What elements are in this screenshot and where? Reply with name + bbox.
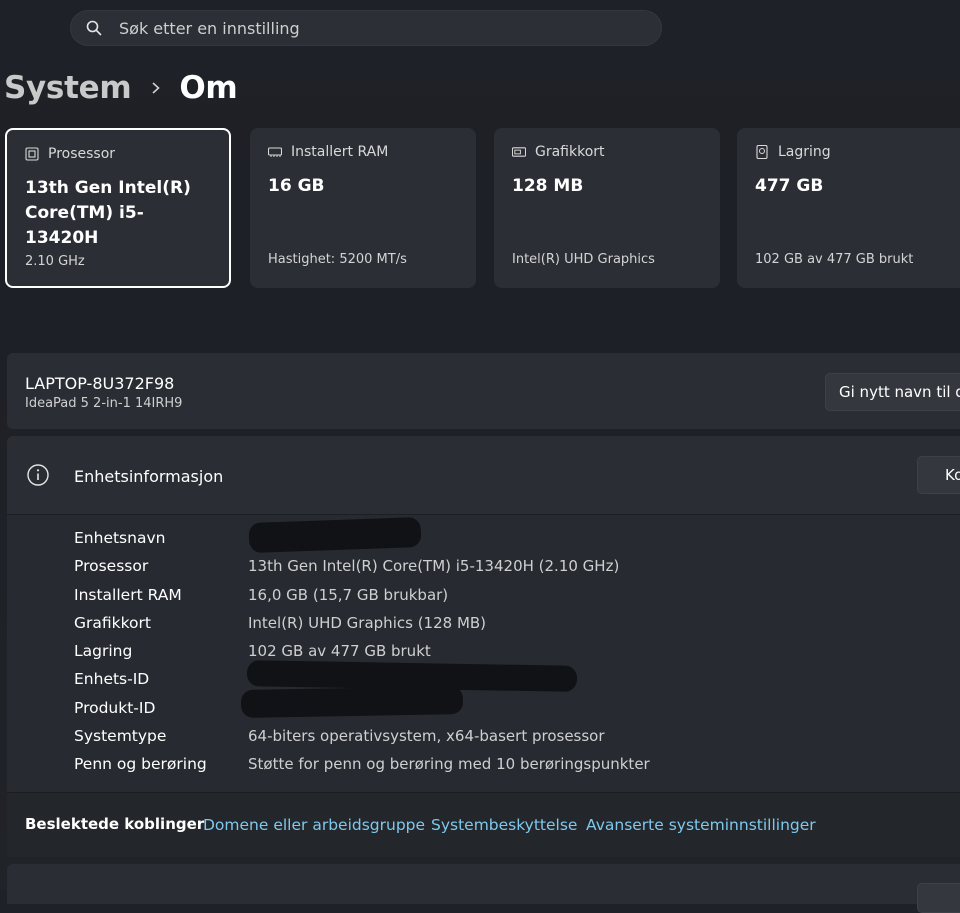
device-info-header[interactable]: Enhetsinformasjon Kopier: [7, 436, 960, 515]
rename-pc-button[interactable]: Gi nytt navn til denne PC-en: [825, 373, 960, 411]
spec-value: 16,0 GB (15,7 GB brukbar): [248, 585, 449, 604]
search-input[interactable]: [117, 17, 621, 39]
card-label: Prosessor: [48, 146, 116, 162]
page-title: Om: [179, 70, 238, 106]
card-value: 128 MB: [512, 176, 584, 196]
spec-label: Produkt-ID: [74, 698, 156, 717]
card-value: 477 GB: [755, 176, 824, 196]
spec-value: 102 GB av 477 GB brukt: [248, 642, 431, 661]
ram-icon: [268, 145, 282, 159]
next-section-button[interactable]: [917, 883, 960, 913]
spec-value: 64-biters operativsystem, x64-basert pro…: [248, 727, 605, 746]
spec-label: Systemtype: [74, 727, 167, 746]
breadcrumb-system-link[interactable]: System: [4, 70, 132, 106]
spec-value: 13th Gen Intel(R) Core(TM) i5-13420H (2.…: [248, 557, 620, 576]
spec-row-device-name: Enhetsnavn: [7, 517, 960, 554]
spec-value: Støtte for penn og berøring med 10 berør…: [248, 755, 650, 774]
device-info-title: Enhetsinformasjon: [74, 467, 224, 486]
related-links-bar: Beslektede koblinger Domene eller arbeid…: [7, 792, 960, 857]
redaction-mark: [248, 517, 422, 553]
info-icon: [26, 463, 50, 487]
card-subtext: 102 GB av 477 GB brukt: [755, 252, 914, 267]
redaction-mark: [240, 685, 464, 718]
card-label: Grafikkort: [535, 144, 605, 160]
spec-label: Penn og berøring: [74, 755, 207, 774]
card-subtext: Intel(R) UHD Graphics: [512, 252, 655, 267]
search-icon: [85, 19, 103, 37]
card-header: Prosessor: [25, 146, 115, 162]
spec-label: Enhetsnavn: [74, 529, 166, 547]
spec-row-pen-touch: Penn og berøring Støtte for penn og berø…: [7, 752, 960, 780]
spec-label: Lagring: [74, 642, 133, 661]
gpu-icon: [512, 145, 526, 159]
related-links-title: Beslektede koblinger: [25, 815, 205, 833]
card-header: Grafikkort: [512, 144, 605, 160]
spec-row-graphics: Grafikkort Intel(R) UHD Graphics (128 MB…: [7, 611, 960, 639]
storage-icon: [755, 145, 769, 159]
spec-value: Intel(R) UHD Graphics (128 MB): [248, 613, 487, 632]
spec-label: Installert RAM: [74, 585, 182, 604]
copy-button[interactable]: Kopier: [917, 456, 960, 494]
device-name: LAPTOP-8U372F98: [25, 374, 175, 393]
spec-label: Enhets-ID: [74, 670, 150, 689]
settings-search-box[interactable]: [70, 10, 662, 46]
card-header: Installert RAM: [268, 144, 388, 160]
spec-row-device-id: Enhets-ID: [7, 660, 960, 695]
link-domain-workgroup[interactable]: Domene eller arbeidsgruppe: [203, 816, 425, 834]
card-header: Lagring: [755, 144, 831, 160]
spec-card-graphics[interactable]: Grafikkort 128 MB Intel(R) UHD Graphics: [494, 128, 720, 288]
spec-row-storage: Lagring 102 GB av 477 GB brukt: [7, 639, 960, 667]
cpu-icon: [25, 147, 39, 161]
spec-card-ram[interactable]: Installert RAM 16 GB Hastighet: 5200 MT/…: [250, 128, 476, 288]
card-subtext: 2.10 GHz: [25, 254, 85, 269]
device-name-row: LAPTOP-8U372F98 IdeaPad 5 2-in-1 14IRH9 …: [7, 353, 960, 429]
card-subtext: Hastighet: 5200 MT/s: [268, 252, 407, 267]
spec-row-ram: Installert RAM 16,0 GB (15,7 GB brukbar): [7, 583, 960, 611]
card-value: 13th Gen Intel(R) Core(TM) i5-13420H: [25, 178, 191, 248]
link-advanced-system-settings[interactable]: Avanserte systeminnstillinger: [586, 816, 816, 834]
spec-row-processor: Prosessor 13th Gen Intel(R) Core(TM) i5-…: [7, 554, 960, 582]
chevron-right-icon: [151, 81, 161, 95]
card-label: Installert RAM: [291, 144, 389, 160]
card-label: Lagring: [778, 144, 831, 160]
spec-label: Prosessor: [74, 557, 149, 576]
next-section-row: [7, 864, 960, 913]
spec-label: Grafikkort: [74, 613, 151, 632]
breadcrumb: System Om: [4, 66, 238, 110]
device-spec-table: Enhetsnavn Prosessor 13th Gen Intel(R) C…: [7, 517, 960, 781]
link-system-protection[interactable]: Systembeskyttelse: [431, 816, 577, 834]
spec-row-system-type: Systemtype 64-biters operativsystem, x64…: [7, 724, 960, 752]
spec-row-product-id: Produkt-ID: [7, 685, 960, 724]
spec-card-storage[interactable]: Lagring 477 GB 102 GB av 477 GB brukt: [737, 128, 960, 288]
device-model: IdeaPad 5 2-in-1 14IRH9: [25, 396, 183, 411]
spec-card-processor[interactable]: Prosessor 13th Gen Intel(R) Core(TM) i5-…: [5, 128, 231, 288]
card-value: 16 GB: [268, 176, 325, 196]
